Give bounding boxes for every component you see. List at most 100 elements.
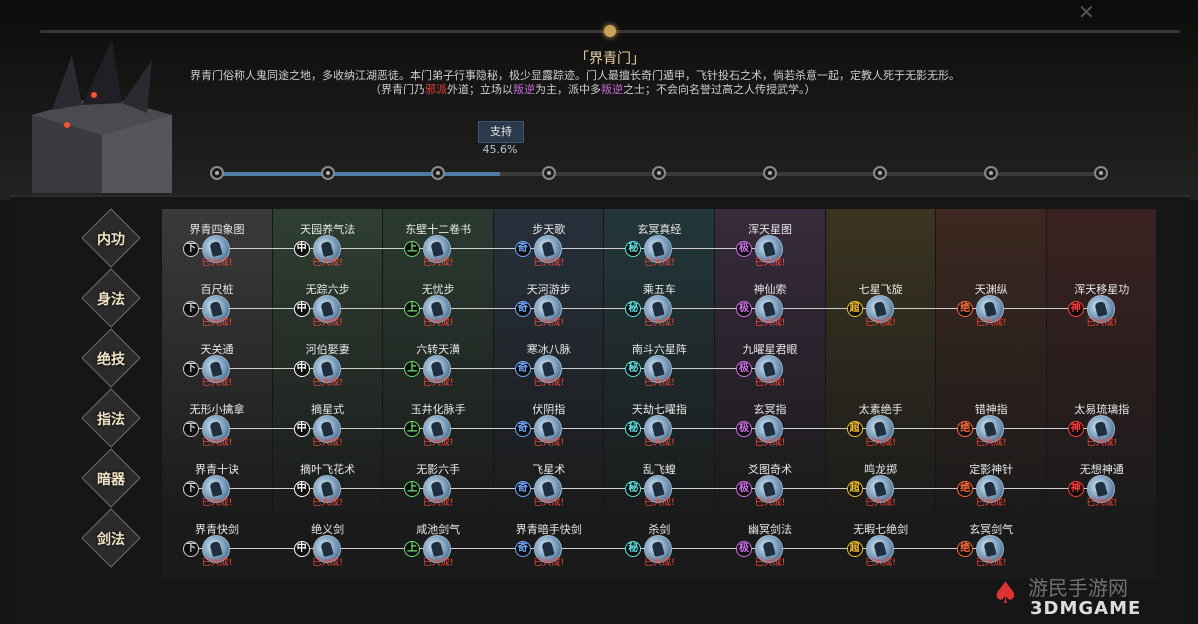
support-node[interactable] xyxy=(210,166,224,180)
skill-cell[interactable]: 错神指绝已大成! xyxy=(936,389,1046,448)
skill-cell[interactable]: 无想神通神已大成! xyxy=(1047,449,1157,508)
close-icon[interactable]: ✕ xyxy=(1078,0,1118,24)
support-node[interactable] xyxy=(1094,166,1108,180)
skill-status: 已大成! xyxy=(422,318,454,328)
skill-cell[interactable]: 太素绝手超已大成! xyxy=(826,389,936,448)
support-node[interactable] xyxy=(873,166,887,180)
skill-cell[interactable]: 天劫七曜指秘已大成! xyxy=(604,389,714,448)
top-marker-dot xyxy=(604,25,616,37)
skill-status: 已大成! xyxy=(865,498,896,508)
skill-status: 已大成! xyxy=(754,318,786,328)
skill-cell[interactable]: 界青暗手快剑奇已大成! xyxy=(494,509,604,568)
skill-status: 已大成! xyxy=(1086,438,1118,448)
skill-status: 已大成! xyxy=(312,558,343,568)
skill-cell[interactable]: 界青十诀下已大成! xyxy=(162,449,272,508)
category-1[interactable]: 身法 xyxy=(81,268,141,328)
skill-cell[interactable]: 绝义剑中已大成! xyxy=(273,509,383,568)
skill-cell[interactable]: 天关通下已大成! xyxy=(162,329,272,388)
support-track-fill xyxy=(216,172,500,176)
skill-status: 已大成! xyxy=(754,258,786,268)
skill-status: 已大成! xyxy=(533,498,565,508)
category-2[interactable]: 绝技 xyxy=(81,328,141,388)
watermark-cn: 游民手游网 xyxy=(1028,576,1128,600)
skill-cell[interactable]: 百尺桩下已大成! xyxy=(162,269,272,328)
skill-status: 已大成! xyxy=(975,438,1007,448)
skill-cell[interactable]: 飞星术奇已大成! xyxy=(494,449,604,508)
skill-cell[interactable]: 摘叶飞花术中已大成! xyxy=(273,449,383,508)
skill-status: 已大成! xyxy=(201,378,233,388)
skill-status: 已大成! xyxy=(312,498,343,508)
skill-grid: 界青四象图下已大成! 天园养气法中已大成! 东壁十二卷书上已大成! 步天歌奇已大成! 玄… xyxy=(162,209,1158,579)
skill-cell[interactable]: 天渊纵绝已大成! xyxy=(936,269,1046,328)
skill-cell[interactable]: 神仙索极已大成! xyxy=(715,269,825,328)
support-node[interactable] xyxy=(983,166,998,180)
skill-cell[interactable]: 幽冥剑法极已大成! xyxy=(715,509,825,568)
skill-cell[interactable]: 摘星式中已大成! xyxy=(273,389,383,448)
support-node[interactable] xyxy=(652,166,666,180)
skill-status: 已大成! xyxy=(644,318,675,328)
skill-status: 已大成! xyxy=(644,558,675,568)
skill-cell[interactable]: 东壁十二卷书上已大成! xyxy=(383,209,493,268)
support-label: 支持 xyxy=(478,121,524,143)
skill-cell[interactable]: 界青四象图下已大成! xyxy=(162,209,272,268)
skill-status: 已大成! xyxy=(422,498,454,508)
skill-status: 已大成! xyxy=(1086,498,1118,508)
watermark-logo-icon: ♠ xyxy=(992,576,1019,611)
skill-cell[interactable]: 浑天星图极已大成! xyxy=(715,209,825,268)
skill-cell[interactable]: 玄冥指极已大成! xyxy=(715,389,825,448)
sect-description: 界青门俗称人鬼同途之地，多收纳江湖恶徒。本门弟子行事隐秘，极少显露踪迹。门人最擅… xyxy=(190,69,1050,97)
skill-cell[interactable]: 南斗六星阵秘已大成! xyxy=(604,329,714,388)
skill-status: 已大成! xyxy=(312,318,343,328)
skill-cell[interactable]: 九曜星君眼极已大成! xyxy=(715,329,825,388)
skill-cell[interactable]: 无忧步上已大成! xyxy=(383,269,493,328)
skill-status: 已大成! xyxy=(312,378,343,388)
support-node[interactable] xyxy=(541,166,556,180)
skill-status: 已大成! xyxy=(644,378,675,388)
skill-cell[interactable]: 六转天潢上已大成! xyxy=(383,329,493,388)
skill-status: 已大成! xyxy=(644,258,675,268)
skill-cell[interactable]: 浑天移星功神已大成! xyxy=(1047,269,1157,328)
skill-cell[interactable]: 七星飞旋超已大成! xyxy=(826,269,936,328)
support-node[interactable] xyxy=(431,166,445,180)
skill-cell[interactable]: 鸣龙掷超已大成! xyxy=(826,449,936,508)
category-label: 内功 xyxy=(97,232,125,248)
skill-status: 已大成! xyxy=(754,558,786,568)
skill-cell[interactable]: 无形小擒拿下已大成! xyxy=(162,389,272,448)
skill-cell[interactable]: 步天歌奇已大成! xyxy=(494,209,604,268)
skill-cell[interactable]: 太易琉璃指神已大成! xyxy=(1047,389,1157,448)
skill-status: 已大成! xyxy=(201,318,233,328)
support-node[interactable] xyxy=(762,166,777,180)
skill-cell[interactable]: 无影六手上已大成! xyxy=(383,449,493,508)
category-label: 指法 xyxy=(97,412,125,428)
skill-cell[interactable]: 乘五车秘已大成! xyxy=(604,269,714,328)
watermark: ♠ 游民手游网 3DMGAME xyxy=(978,572,1198,622)
category-5[interactable]: 剑法 xyxy=(81,508,141,568)
skill-status: 已大成! xyxy=(754,378,786,388)
skill-cell[interactable]: 定影神针绝已大成! xyxy=(936,449,1046,508)
skill-cell[interactable]: 杀剑秘已大成! xyxy=(604,509,714,568)
skill-status: 已大成! xyxy=(533,258,565,268)
category-3[interactable]: 指法 xyxy=(81,388,141,448)
desc-line-1: 界青门俗称人鬼同途之地，多收纳江湖恶徒。本门弟子行事隐秘，极少显露踪迹。门人最擅… xyxy=(190,69,960,82)
skill-cell[interactable]: 无踪六步中已大成! xyxy=(273,269,383,328)
skill-cell[interactable]: 玄冥真经秘已大成! xyxy=(604,209,714,268)
skill-cell[interactable]: 咸池剑气上已大成! xyxy=(383,509,493,568)
skill-cell[interactable]: 伏阴指奇已大成! xyxy=(494,389,604,448)
support-node[interactable] xyxy=(320,166,335,180)
skill-status: 已大成! xyxy=(312,438,343,448)
category-label: 剑法 xyxy=(97,532,125,548)
skill-cell[interactable]: 天园养气法中已大成! xyxy=(273,209,383,268)
skill-cell[interactable]: 玉井化脉手上已大成! xyxy=(383,389,493,448)
skill-cell[interactable]: 天河游步奇已大成! xyxy=(494,269,604,328)
skill-cell[interactable]: 乱飞蝗秘已大成! xyxy=(604,449,714,508)
skill-cell[interactable]: 寒冰八脉奇已大成! xyxy=(494,329,604,388)
skill-cell[interactable]: 爻图奇术极已大成! xyxy=(715,449,825,508)
skill-cell[interactable]: 界青快剑下已大成! xyxy=(162,509,272,568)
skill-cell[interactable]: 无暇七绝剑超已大成! xyxy=(826,509,936,568)
category-4[interactable]: 暗器 xyxy=(81,448,141,508)
category-0[interactable]: 内功 xyxy=(81,208,141,268)
skill-cell[interactable]: 玄冥剑气绝已大成! xyxy=(936,509,1046,568)
skill-cell[interactable]: 河伯娶妻中已大成! xyxy=(273,329,383,388)
skill-status: 已大成! xyxy=(422,438,454,448)
skill-status: 已大成! xyxy=(201,258,233,268)
